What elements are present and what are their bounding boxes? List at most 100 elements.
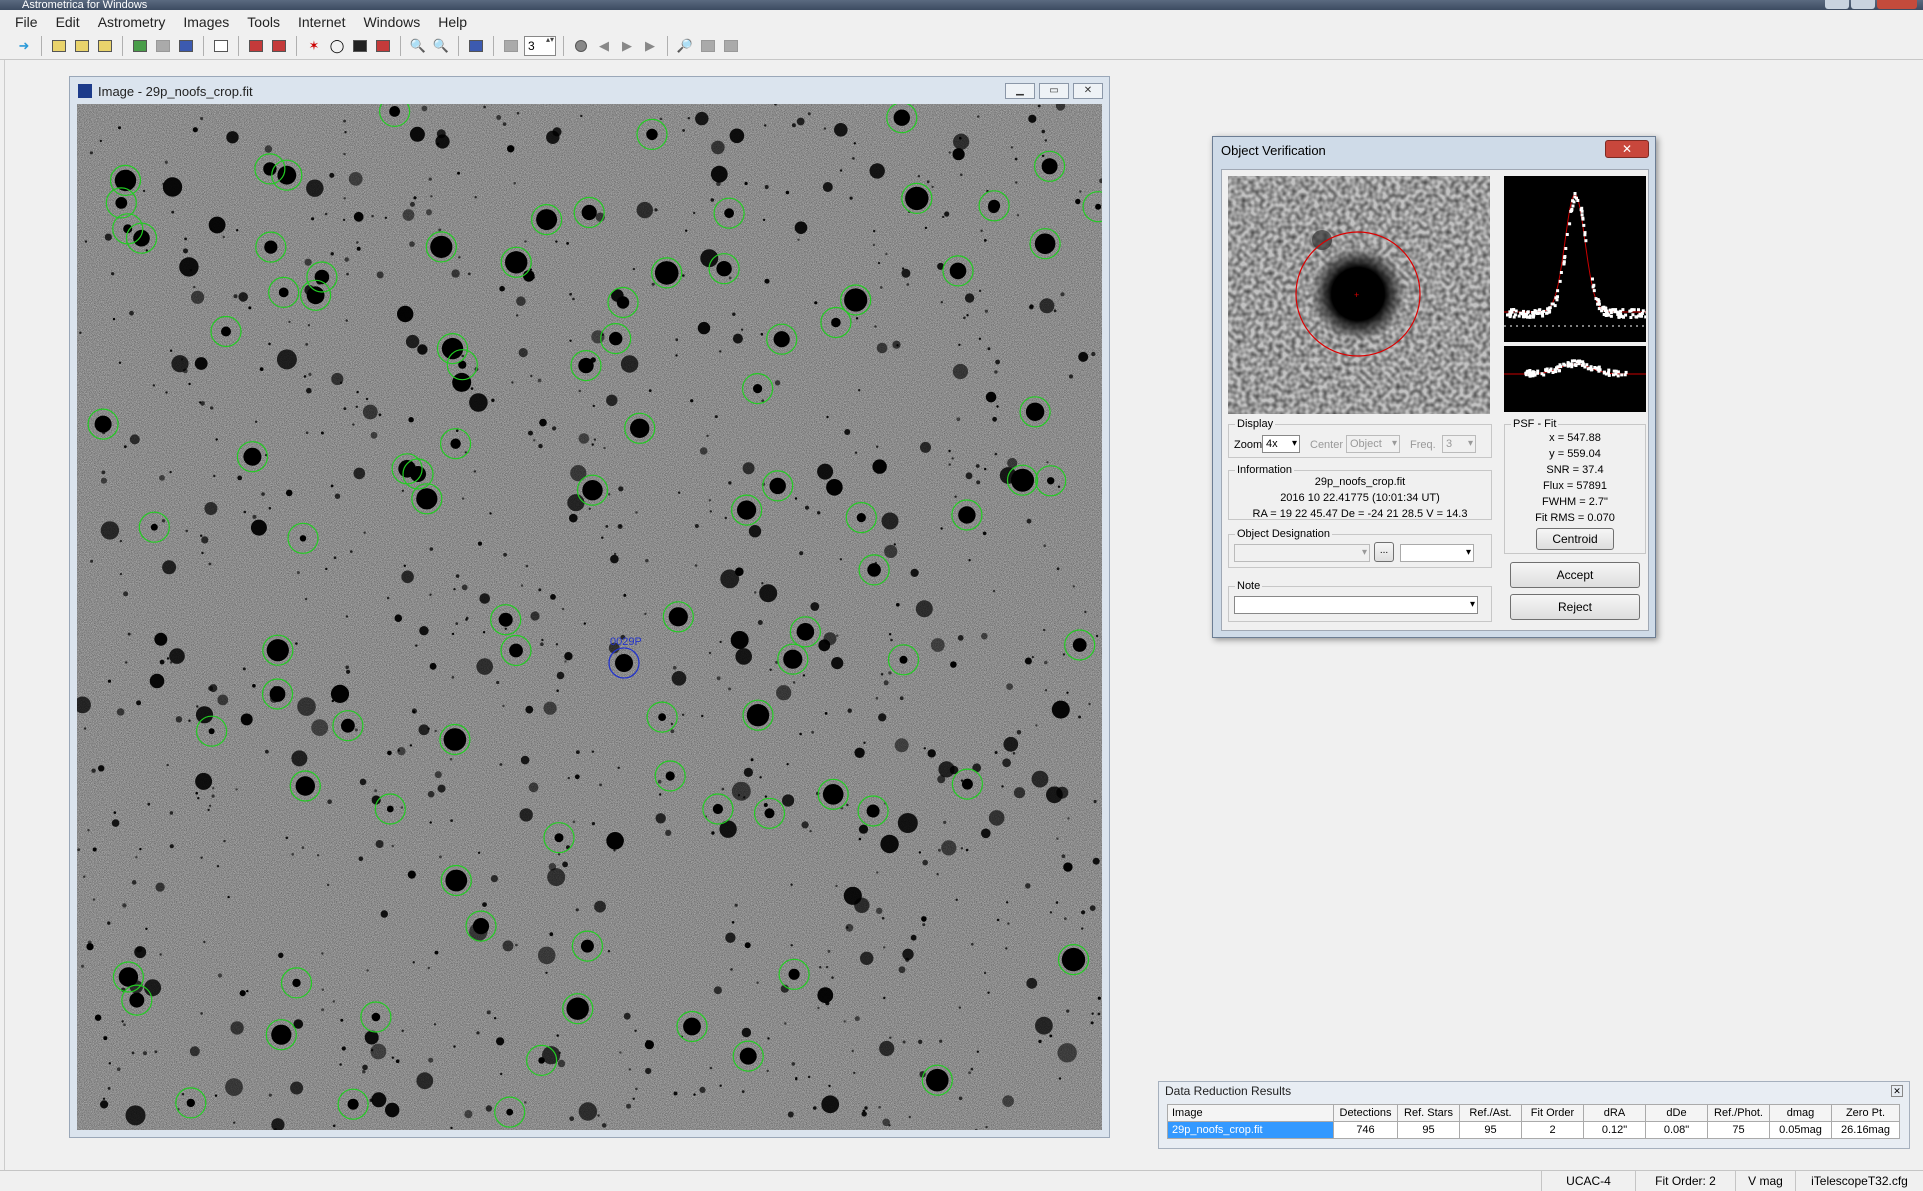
- image-window[interactable]: Image - 29p_noofs_crop.fit ▁ ▭ ✕ 0029P: [69, 76, 1110, 1138]
- star: [944, 211, 950, 217]
- menu-edit[interactable]: Edit: [47, 14, 89, 30]
- star: [814, 301, 818, 305]
- column-header[interactable]: dmag: [1769, 1104, 1832, 1122]
- column-header[interactable]: Zero Pt.: [1831, 1104, 1900, 1122]
- minimize-button[interactable]: [1825, 0, 1849, 9]
- catalog-icon[interactable]: [466, 36, 486, 56]
- column-header[interactable]: Fit Order: [1521, 1104, 1584, 1122]
- reference-star: [856, 513, 866, 523]
- blink-icon[interactable]: [246, 36, 266, 56]
- zoom-select[interactable]: 4x: [1262, 435, 1300, 453]
- accept-button[interactable]: Accept: [1510, 562, 1640, 588]
- menu-help[interactable]: Help: [429, 14, 476, 30]
- centroid-button[interactable]: Centroid: [1536, 528, 1614, 550]
- step-back-icon[interactable]: ◀: [594, 36, 614, 56]
- column-header[interactable]: dRA: [1583, 1104, 1646, 1122]
- table-cell[interactable]: 75: [1707, 1121, 1770, 1139]
- window-icon[interactable]: [721, 36, 741, 56]
- object-icon[interactable]: ◯: [327, 36, 347, 56]
- close-button[interactable]: [1877, 0, 1917, 9]
- star: [790, 944, 793, 947]
- menu-images[interactable]: Images: [174, 14, 238, 30]
- menu-internet[interactable]: Internet: [289, 14, 354, 30]
- frame-spinner[interactable]: 3: [524, 35, 556, 56]
- maximize-button[interactable]: ▭: [1039, 83, 1069, 99]
- star: [1081, 910, 1086, 915]
- star: [981, 632, 988, 640]
- designation-code-input[interactable]: [1400, 544, 1474, 562]
- profile-point: [1580, 209, 1584, 213]
- star: [1056, 837, 1059, 840]
- object-verification-dialog[interactable]: Object Verification ✕ + Display Zoom 4x …: [1212, 136, 1656, 638]
- star: [179, 257, 199, 277]
- star: [184, 237, 187, 241]
- save-icon[interactable]: [130, 36, 150, 56]
- center-select[interactable]: Object: [1346, 435, 1400, 453]
- star: [561, 607, 565, 611]
- image-window-titlebar[interactable]: Image - 29p_noofs_crop.fit: [70, 77, 1109, 105]
- minimize-button[interactable]: ▁: [1005, 83, 1035, 99]
- column-header[interactable]: Detections: [1333, 1104, 1398, 1122]
- sky-image[interactable]: 0029P: [77, 104, 1102, 1130]
- table-row[interactable]: 29p_noofs_crop.fit 746 95 95 2 0.12" 0.0…: [1167, 1121, 1900, 1139]
- star: [1049, 911, 1053, 914]
- known-objects-icon[interactable]: [350, 36, 370, 56]
- column-header[interactable]: Ref./Ast.: [1459, 1104, 1522, 1122]
- star: [994, 452, 998, 456]
- table-cell[interactable]: 0.08": [1645, 1121, 1708, 1139]
- star: [757, 620, 763, 625]
- image-list-icon[interactable]: [211, 36, 231, 56]
- menu-file[interactable]: File: [6, 14, 47, 30]
- close-icon[interactable]: ✕: [1891, 1085, 1903, 1097]
- stack-icon[interactable]: [501, 36, 521, 56]
- star: [937, 775, 946, 784]
- settings-icon[interactable]: [176, 36, 196, 56]
- freq-spinner[interactable]: 3: [1442, 435, 1476, 453]
- table-cell[interactable]: 746: [1333, 1121, 1398, 1139]
- load-darks-icon[interactable]: [72, 36, 92, 56]
- star: [1067, 817, 1070, 820]
- menu-windows[interactable]: Windows: [354, 14, 429, 30]
- maximize-button[interactable]: [1851, 0, 1875, 9]
- table-cell[interactable]: 95: [1397, 1121, 1460, 1139]
- table-cell[interactable]: 2: [1521, 1121, 1584, 1139]
- table-cell[interactable]: 29p_noofs_crop.fit: [1167, 1121, 1334, 1139]
- table-cell[interactable]: 0.12": [1583, 1121, 1646, 1139]
- star: [670, 729, 675, 734]
- window-icon[interactable]: [698, 36, 718, 56]
- sky-image-canvas[interactable]: 0029P: [77, 104, 1102, 1130]
- zoom-in-icon[interactable]: 🔍: [408, 36, 428, 56]
- table-cell[interactable]: 95: [1459, 1121, 1522, 1139]
- step-forward-icon[interactable]: ▶: [640, 36, 660, 56]
- menu-tools[interactable]: Tools: [238, 14, 289, 30]
- close-button[interactable]: ✕: [1073, 83, 1103, 99]
- zoom-out-icon[interactable]: 🔍: [431, 36, 451, 56]
- star: [881, 512, 899, 530]
- load-flats-icon[interactable]: [95, 36, 115, 56]
- load-images-icon[interactable]: [49, 36, 69, 56]
- column-header[interactable]: Image: [1167, 1104, 1334, 1122]
- designation-input[interactable]: [1234, 544, 1370, 562]
- star: [543, 701, 557, 715]
- table-cell[interactable]: 0.05mag: [1769, 1121, 1832, 1139]
- star: [116, 1067, 121, 1071]
- track-icon[interactable]: [269, 36, 289, 56]
- play-icon[interactable]: ▶: [617, 36, 637, 56]
- search-icon[interactable]: 🔎: [675, 36, 695, 56]
- column-header[interactable]: dDe: [1645, 1104, 1708, 1122]
- menu-astrometry[interactable]: Astrometry: [89, 14, 175, 30]
- record-icon[interactable]: [571, 36, 591, 56]
- moving-object-icon[interactable]: [373, 36, 393, 56]
- star-detect-icon[interactable]: ✶: [304, 36, 324, 56]
- star: [761, 582, 764, 585]
- close-button[interactable]: ✕: [1605, 140, 1649, 158]
- reject-button[interactable]: Reject: [1510, 594, 1640, 620]
- run-icon[interactable]: ➜: [14, 36, 34, 56]
- print-icon[interactable]: [153, 36, 173, 56]
- column-header[interactable]: Ref./Phot.: [1707, 1104, 1770, 1122]
- designation-browse-button[interactable]: ...: [1374, 542, 1394, 562]
- note-select[interactable]: [1234, 596, 1478, 614]
- column-header[interactable]: Ref. Stars: [1397, 1104, 1460, 1122]
- star: [1031, 655, 1034, 659]
- table-cell[interactable]: 26.16mag: [1831, 1121, 1900, 1139]
